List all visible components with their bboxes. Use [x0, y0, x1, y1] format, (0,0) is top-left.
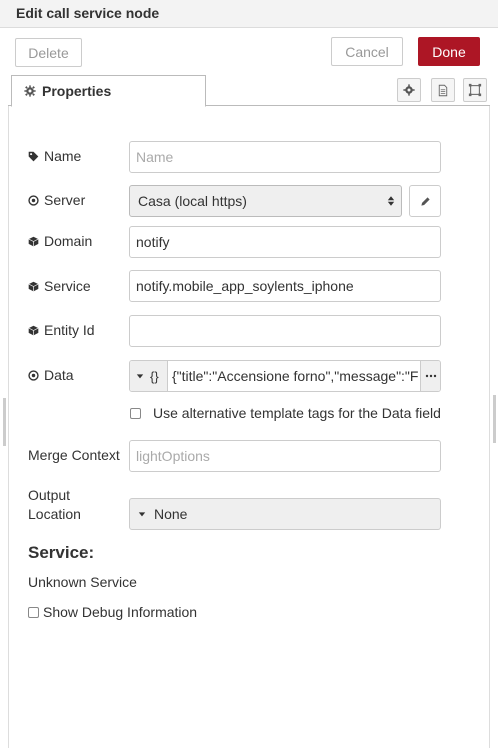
gear-icon [24, 85, 36, 97]
server-select[interactable]: Casa (local https) [129, 185, 402, 217]
tab-properties-label: Properties [42, 83, 112, 99]
select-arrows-icon [387, 196, 395, 206]
merge-context-input[interactable]: lightOptions [129, 440, 441, 472]
alt-template-label: Use alternative template tags for the Da… [153, 405, 441, 421]
service-label: Service [28, 278, 91, 294]
tray-title: Edit call service node [16, 5, 160, 21]
tab-properties[interactable]: Properties [11, 75, 206, 107]
tray-header: Edit call service node [0, 0, 498, 28]
ellipsis-icon [425, 374, 436, 378]
service-input[interactable]: notify.mobile_app_soylents_iphone [129, 270, 441, 302]
cube-icon [28, 281, 39, 291]
appearance-tab-button[interactable] [463, 78, 487, 102]
gear-icon [403, 84, 415, 96]
caret-down-icon [136, 374, 144, 379]
output-location-value: None [154, 506, 188, 522]
merge-context-label: Merge Context [28, 447, 120, 463]
output-location-label: Output Location [28, 487, 81, 522]
entity-id-input[interactable] [129, 315, 441, 347]
debug-label: Show Debug Information [43, 604, 198, 620]
done-button[interactable]: Done [418, 37, 480, 66]
output-location-select[interactable]: None [129, 498, 441, 530]
dot-circle-icon [28, 369, 39, 381]
left-resize-handle[interactable] [3, 398, 6, 446]
right-resize-handle[interactable] [493, 395, 496, 443]
service-heading: Service: [28, 543, 95, 562]
caret-down-icon [138, 512, 146, 517]
data-typed-input[interactable]: {} {"title":"Accensione forno","message"… [129, 360, 441, 392]
data-label: Data [28, 367, 74, 383]
debug-checkbox[interactable] [28, 607, 39, 618]
alt-template-checkbox[interactable] [130, 408, 141, 419]
edit-server-button[interactable] [409, 185, 441, 217]
server-select-value: Casa (local https) [138, 193, 247, 209]
json-type-symbol: {} [150, 368, 159, 384]
pencil-icon [420, 196, 430, 206]
tag-icon [28, 151, 39, 161]
expand-editor-button[interactable] [420, 361, 440, 391]
domain-input[interactable]: notify [129, 226, 441, 258]
domain-label: Domain [28, 233, 92, 249]
appearance-icon [468, 83, 482, 97]
data-value[interactable]: {"title":"Accensione forno","message":"F [172, 361, 422, 391]
dot-circle-icon [28, 194, 39, 206]
settings-tab-button[interactable] [397, 78, 421, 102]
cube-icon [28, 325, 39, 335]
tab-strip: Properties [8, 74, 490, 107]
cancel-button[interactable]: Cancel [331, 37, 403, 66]
description-tab-button[interactable] [431, 78, 455, 102]
name-input[interactable]: Name [129, 141, 441, 173]
name-label: Name [28, 148, 81, 164]
server-label: Server [28, 192, 85, 208]
entity-id-label: Entity Id [28, 322, 95, 338]
service-description: Unknown Service [28, 574, 137, 590]
data-type-selector[interactable]: {} [130, 361, 168, 391]
delete-button[interactable]: Delete [15, 38, 82, 67]
cube-icon [28, 236, 39, 246]
description-icon [438, 84, 448, 96]
